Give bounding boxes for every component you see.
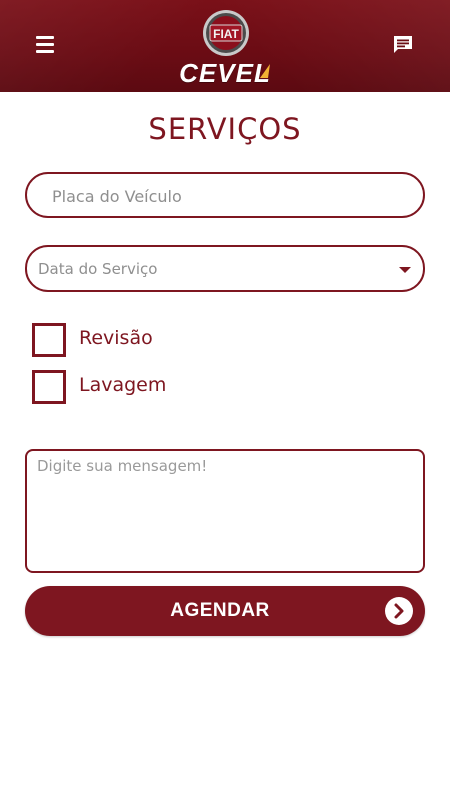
- vehicle-plate-input[interactable]: [50, 174, 394, 218]
- checkbox-lavagem-label: Lavagem: [79, 374, 167, 396]
- schedule-button[interactable]: AGENDAR: [25, 586, 425, 636]
- message-textarea[interactable]: [37, 457, 417, 567]
- app-header: FIAT CEVEL: [0, 0, 450, 92]
- brand-logo-text: CEVEL: [179, 58, 271, 88]
- chevron-right-circle-icon: [385, 597, 413, 625]
- message-field[interactable]: [25, 449, 425, 573]
- chat-message-icon[interactable]: [392, 34, 414, 56]
- checkbox-lavagem-box[interactable]: [32, 370, 66, 404]
- fiat-emblem-icon: FIAT: [201, 8, 251, 58]
- service-date-placeholder: Data do Serviço: [38, 260, 158, 278]
- vehicle-plate-field[interactable]: [25, 172, 425, 218]
- checkbox-revisao-box[interactable]: [32, 323, 66, 357]
- dropdown-arrow-icon: [399, 267, 411, 273]
- logo-accent-icon: [258, 62, 272, 80]
- service-date-select[interactable]: Data do Serviço: [25, 245, 425, 292]
- schedule-button-label: AGENDAR: [170, 600, 270, 621]
- page-title: SERVIÇOS: [148, 112, 302, 146]
- hamburger-menu-icon[interactable]: [36, 36, 56, 54]
- fiat-emblem-text: FIAT: [213, 27, 239, 41]
- checkbox-revisao-label: Revisão: [79, 327, 153, 349]
